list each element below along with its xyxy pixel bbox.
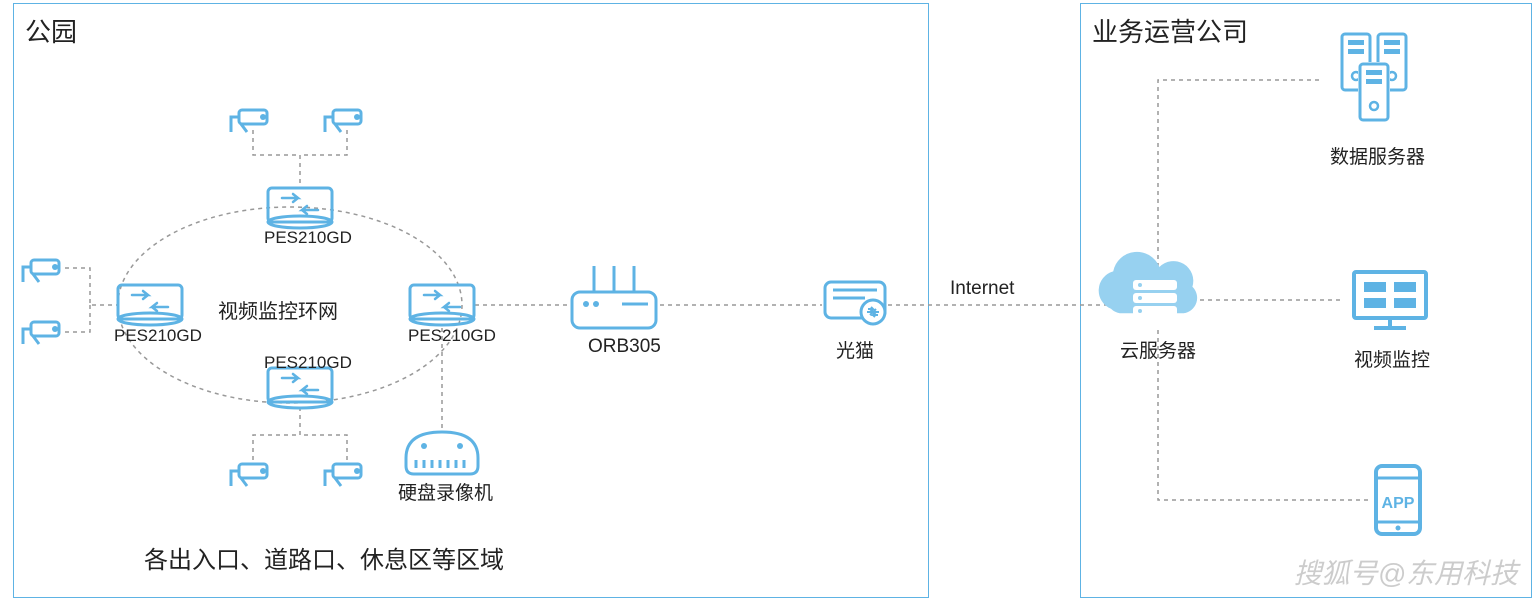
ring-network-label: 视频监控环网: [218, 295, 338, 324]
switch-label-left: PES210GD: [114, 326, 202, 346]
nvr-icon: [406, 432, 478, 474]
cloud-label: 云服务器: [1120, 336, 1196, 363]
park-footer-label: 各出入口、道路口、休息区等区域: [144, 540, 504, 575]
video-monitor-label: 视频监控: [1354, 345, 1430, 372]
camera-icon: [231, 464, 267, 486]
router-label: ORB305: [588, 336, 661, 358]
camera-icon: [23, 260, 59, 282]
mobile-app-icon: [1376, 466, 1420, 534]
nvr-label: 硬盘录像机: [398, 478, 493, 505]
switch-label-top: PES210GD: [264, 228, 352, 248]
switch-icon: [410, 285, 474, 325]
switch-icon: [268, 368, 332, 408]
internet-label: Internet: [950, 278, 1014, 300]
switch-label-right: PES210GD: [408, 326, 496, 346]
router-icon: [572, 266, 656, 328]
switch-icon: [118, 285, 182, 325]
video-monitor-icon: [1354, 272, 1426, 328]
data-server-label: 数据服务器: [1330, 142, 1425, 169]
camera-icon: [325, 464, 361, 486]
modem-icon: [825, 282, 885, 324]
camera-icon: [325, 110, 361, 132]
watermark-text: 搜狐号@东用科技: [1294, 552, 1518, 592]
camera-icon: [23, 322, 59, 344]
diagram-canvas: 公园 业务运营公司: [0, 0, 1538, 600]
camera-icon: [231, 110, 267, 132]
switch-label-bottom: PES210GD: [264, 353, 352, 373]
cloud-server-icon: [1099, 252, 1197, 316]
modem-label: 光猫: [836, 336, 874, 363]
